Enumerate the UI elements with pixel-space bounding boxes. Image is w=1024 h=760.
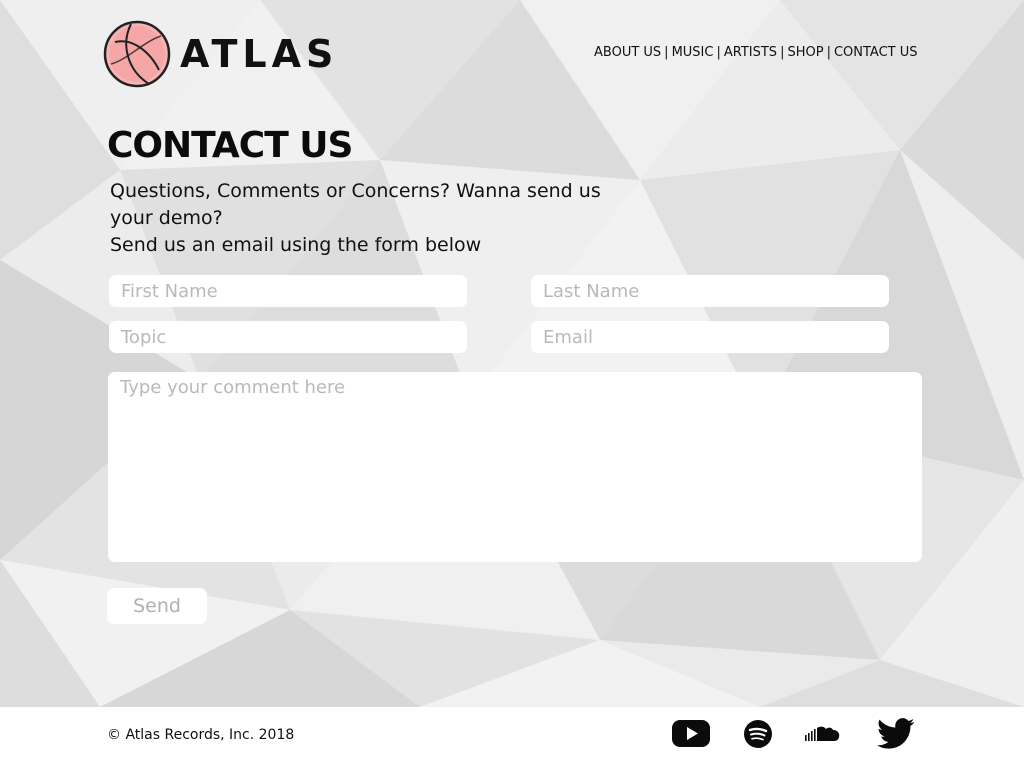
soundcloud-icon[interactable]	[805, 707, 841, 760]
nav-shop[interactable]: SHOP	[787, 45, 823, 60]
nav-separator: |	[664, 45, 669, 60]
nav-contact-us[interactable]: CONTACT US	[834, 45, 918, 60]
youtube-icon[interactable]	[672, 707, 710, 760]
page-title: CONTACT US	[107, 125, 353, 166]
atlas-circle-logo-icon	[103, 20, 171, 88]
spotify-icon[interactable]	[744, 707, 772, 760]
email-input[interactable]	[531, 321, 889, 353]
brand-name: ATLAS	[180, 32, 339, 76]
nav-about-us[interactable]: ABOUT US	[594, 45, 661, 60]
last-name-input[interactable]	[531, 275, 889, 307]
brand-logo[interactable]: ATLAS	[103, 20, 338, 88]
copyright-text: © Atlas Records, Inc. 2018	[107, 727, 295, 743]
footer: © Atlas Records, Inc. 2018	[0, 707, 1024, 760]
nav-separator: |	[826, 45, 831, 60]
first-name-input[interactable]	[109, 275, 467, 307]
send-button[interactable]: Send	[107, 588, 207, 624]
intro-text: Questions, Comments or Concerns? Wanna s…	[110, 178, 630, 259]
topic-input[interactable]	[109, 321, 467, 353]
intro-line-1: Questions, Comments or Concerns? Wanna s…	[110, 180, 601, 229]
twitter-icon[interactable]	[877, 707, 915, 760]
intro-line-2: Send us an email using the form below	[110, 234, 482, 256]
nav-music[interactable]: MUSIC	[672, 45, 714, 60]
main-nav: ABOUT US | MUSIC | ARTISTS | SHOP | CONTACT US	[594, 45, 918, 60]
nav-artists[interactable]: ARTISTS	[724, 45, 777, 60]
comment-textarea[interactable]	[108, 372, 922, 562]
nav-separator: |	[716, 45, 721, 60]
nav-separator: |	[780, 45, 785, 60]
